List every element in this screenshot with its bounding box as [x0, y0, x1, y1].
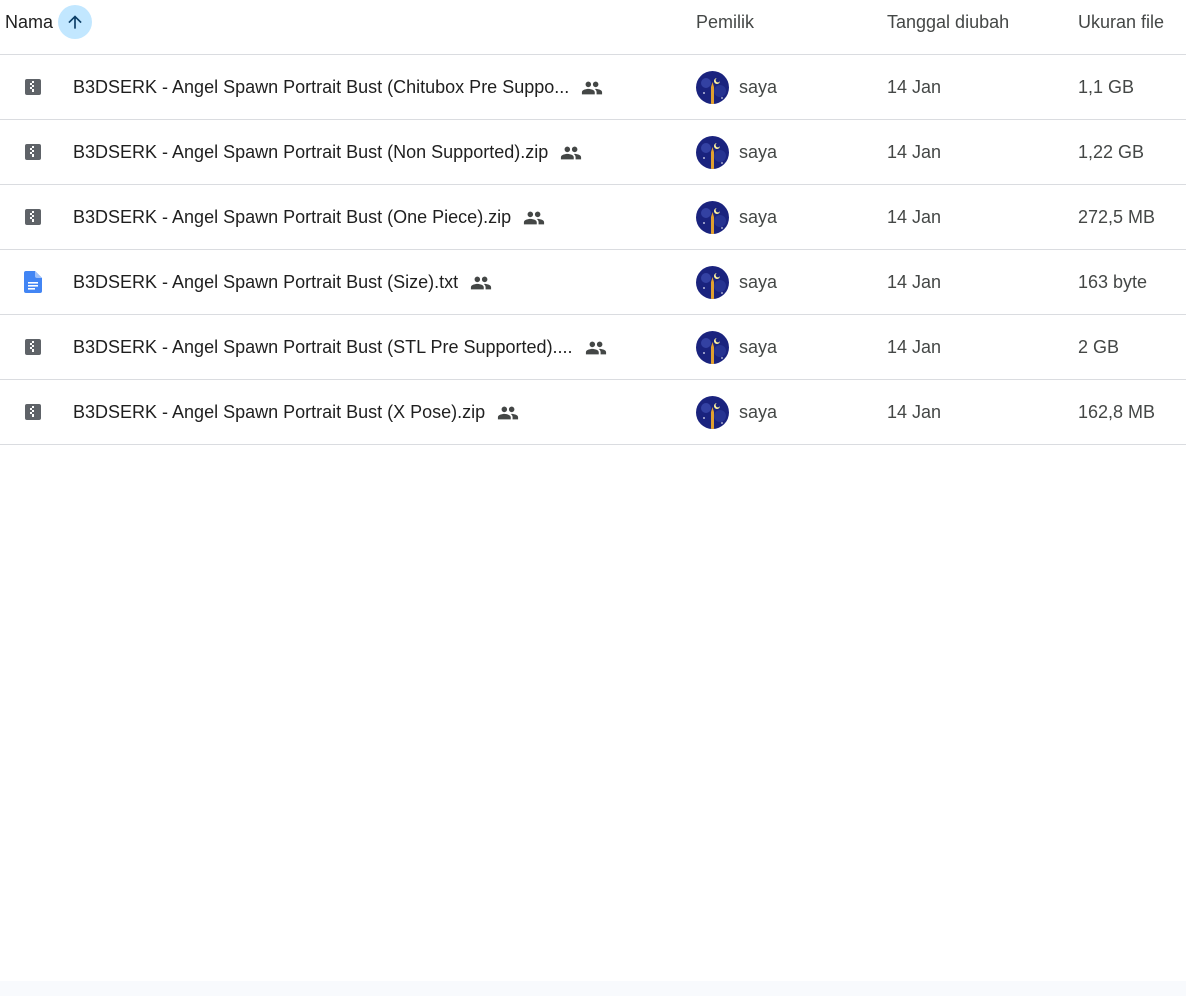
- owner-name: saya: [739, 142, 778, 162]
- doc-icon: [24, 271, 42, 293]
- column-header-file-size[interactable]: Ukuran file: [1078, 0, 1164, 44]
- zip-icon: [24, 403, 42, 421]
- owner-name: saya: [739, 207, 778, 227]
- owner-name: saya: [739, 272, 778, 292]
- shared-people-icon: [523, 207, 545, 229]
- shared-people-icon: [470, 272, 492, 294]
- zip-icon: [24, 338, 42, 356]
- file-size: 163 byte: [1078, 272, 1148, 292]
- column-header-name[interactable]: Nama: [5, 0, 93, 44]
- modified-date: 14 Jan: [887, 77, 942, 97]
- shared-people-icon: [585, 337, 607, 359]
- zip-icon: [24, 78, 42, 96]
- shared-people-icon: [560, 142, 582, 164]
- owner-avatar: [696, 331, 729, 364]
- owner-name: saya: [739, 77, 778, 97]
- file-size: 162,8 MB: [1078, 402, 1156, 422]
- shared-people-icon: [581, 77, 603, 99]
- owner-avatar: [696, 71, 729, 104]
- file-row[interactable]: B3DSERK - Angel Spawn Portrait Bust (Siz…: [0, 250, 1186, 315]
- owner-avatar: [696, 266, 729, 299]
- file-row[interactable]: B3DSERK - Angel Spawn Portrait Bust (Non…: [0, 120, 1186, 185]
- file-size: 272,5 MB: [1078, 207, 1156, 227]
- modified-date: 14 Jan: [887, 207, 942, 227]
- file-name[interactable]: B3DSERK - Angel Spawn Portrait Bust (STL…: [73, 337, 573, 358]
- owner-avatar: [696, 396, 729, 429]
- file-name-cell[interactable]: B3DSERK - Angel Spawn Portrait Bust (One…: [73, 185, 545, 250]
- file-name-cell[interactable]: B3DSERK - Angel Spawn Portrait Bust (Siz…: [73, 250, 492, 315]
- arrow-up-icon: [68, 15, 82, 29]
- file-name[interactable]: B3DSERK - Angel Spawn Portrait Bust (One…: [73, 207, 511, 228]
- list-header: Nama Pemilik Tanggal diubah Ukuran file: [0, 0, 1186, 55]
- modified-date: 14 Jan: [887, 337, 942, 357]
- column-header-owner[interactable]: Pemilik: [696, 0, 754, 44]
- file-size: 1,22 GB: [1078, 142, 1145, 162]
- file-name-cell[interactable]: B3DSERK - Angel Spawn Portrait Bust (Non…: [73, 120, 582, 185]
- owner-avatar: [696, 201, 729, 234]
- shared-people-icon: [497, 402, 519, 424]
- file-size: 2 GB: [1078, 337, 1120, 357]
- file-row[interactable]: B3DSERK - Angel Spawn Portrait Bust (Chi…: [0, 55, 1186, 120]
- file-name-cell[interactable]: B3DSERK - Angel Spawn Portrait Bust (STL…: [73, 315, 607, 380]
- file-name[interactable]: B3DSERK - Angel Spawn Portrait Bust (Siz…: [73, 272, 458, 293]
- file-size: 1,1 GB: [1078, 77, 1135, 97]
- owner-name: saya: [739, 402, 778, 422]
- file-name[interactable]: B3DSERK - Angel Spawn Portrait Bust (Non…: [73, 142, 548, 163]
- file-name-cell[interactable]: B3DSERK - Angel Spawn Portrait Bust (Chi…: [73, 55, 603, 120]
- file-name[interactable]: B3DSERK - Angel Spawn Portrait Bust (X P…: [73, 402, 485, 423]
- file-name[interactable]: B3DSERK - Angel Spawn Portrait Bust (Chi…: [73, 77, 569, 98]
- file-row[interactable]: B3DSERK - Angel Spawn Portrait Bust (STL…: [0, 315, 1186, 380]
- owner-name: saya: [739, 337, 778, 357]
- bottom-strip: [0, 981, 1186, 996]
- file-row[interactable]: B3DSERK - Angel Spawn Portrait Bust (One…: [0, 185, 1186, 250]
- zip-icon: [24, 143, 42, 161]
- modified-date: 14 Jan: [887, 272, 942, 292]
- owner-avatar: [696, 136, 729, 169]
- modified-date: 14 Jan: [887, 402, 942, 422]
- modified-date: 14 Jan: [887, 142, 942, 162]
- file-row[interactable]: B3DSERK - Angel Spawn Portrait Bust (X P…: [0, 380, 1186, 445]
- column-header-name-label: Nama: [5, 11, 54, 32]
- file-rows: B3DSERK - Angel Spawn Portrait Bust (Chi…: [0, 55, 1186, 445]
- column-header-date-modified[interactable]: Tanggal diubah: [887, 0, 1009, 44]
- file-name-cell[interactable]: B3DSERK - Angel Spawn Portrait Bust (X P…: [73, 380, 519, 445]
- zip-icon: [24, 208, 42, 226]
- sort-ascending-button[interactable]: [58, 5, 93, 39]
- file-list-page: Nama Pemilik Tanggal diubah Ukuran file …: [0, 0, 1186, 996]
